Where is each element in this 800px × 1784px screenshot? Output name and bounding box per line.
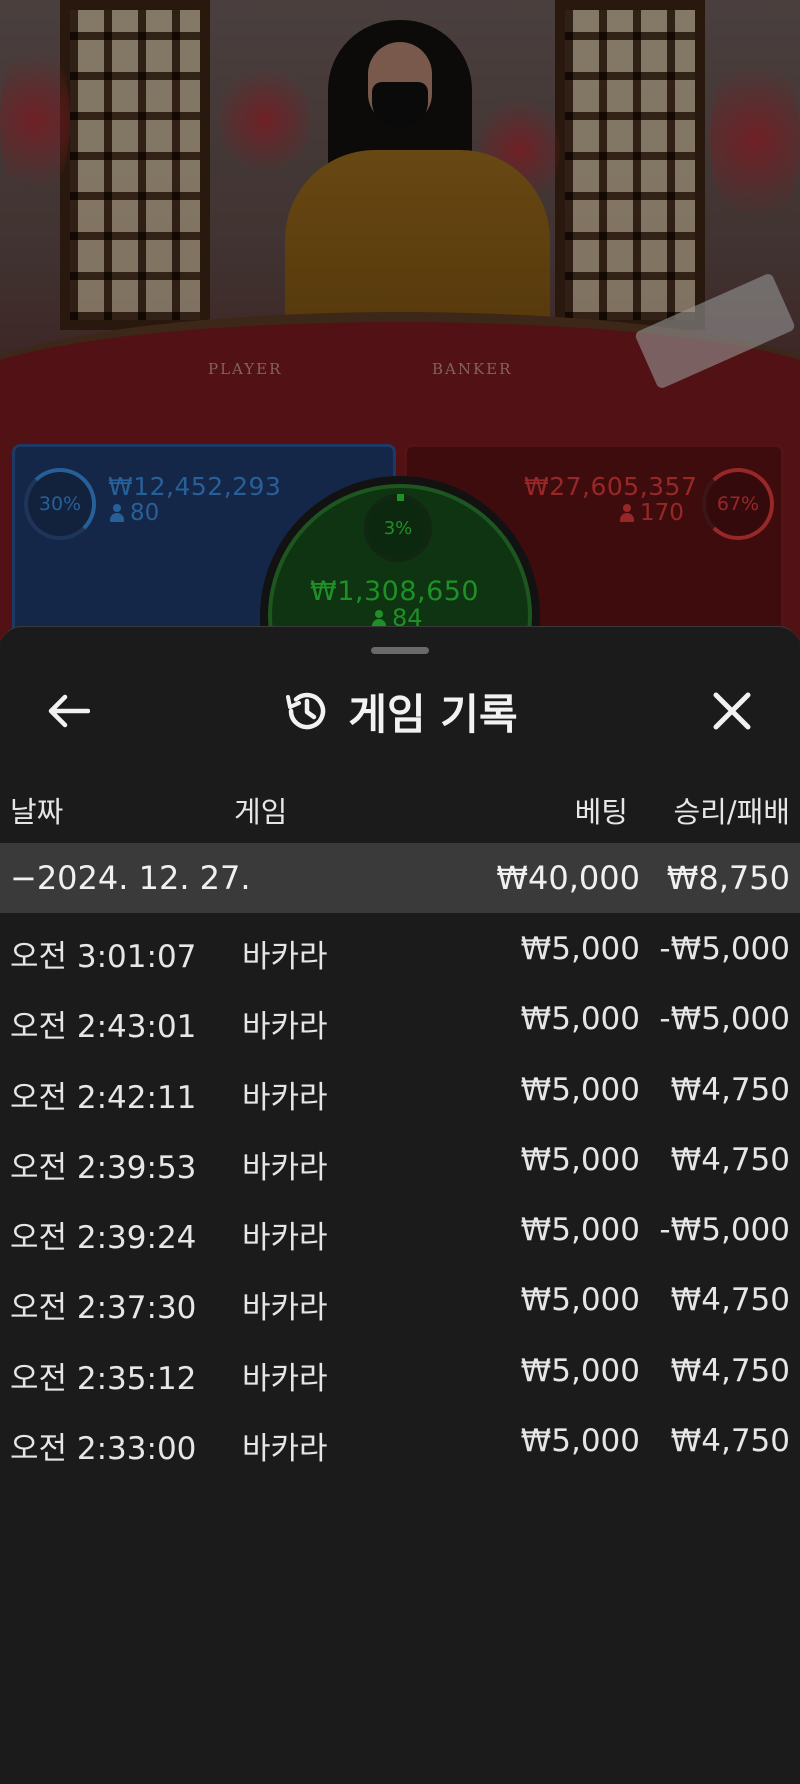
close-icon (713, 692, 751, 730)
row-result: ₩4,750 (670, 1141, 790, 1178)
date-group-row[interactable]: −2024. 12. 27. ₩40,000 ₩8,750 (0, 843, 800, 913)
row-time: 오전 2:43:01 (10, 1009, 197, 1046)
row-result: -₩5,000 (659, 1212, 790, 1249)
history-row[interactable]: 오전 3:01:07 바카라 ₩5,000 -₩5,000 (0, 913, 800, 983)
row-result: ₩4,750 (670, 1282, 790, 1319)
group-result-total: ₩8,750 (666, 859, 790, 897)
column-header-game: 게임 (234, 795, 288, 829)
column-header-result: 승리/패배 (673, 795, 791, 829)
row-time: 오전 2:39:53 (10, 1149, 197, 1186)
column-header-bet: 베팅 (574, 795, 628, 829)
row-time: 오전 2:39:24 (10, 1220, 197, 1257)
history-row[interactable]: 오전 2:37:30 바카라 ₩5,000 ₩4,750 (0, 1264, 800, 1334)
row-bet: ₩5,000 (520, 1352, 640, 1389)
row-game: 바카라 (242, 1431, 328, 1468)
row-bet: ₩5,000 (520, 1423, 640, 1460)
row-game: 바카라 (242, 1290, 328, 1327)
row-game: 바카라 (242, 939, 328, 975)
history-row[interactable]: 오전 2:43:01 바카라 ₩5,000 -₩5,000 (0, 983, 800, 1053)
row-game: 바카라 (242, 1009, 328, 1046)
row-result: ₩4,750 (670, 1071, 790, 1108)
history-row[interactable]: 오전 2:35:12 바카라 ₩5,000 ₩4,750 (0, 1335, 800, 1405)
row-time: 오전 2:33:00 (10, 1431, 197, 1468)
row-bet: ₩5,000 (520, 1141, 640, 1178)
row-game: 바카라 (242, 1149, 328, 1186)
row-game: 바카라 (242, 1360, 328, 1397)
history-row[interactable]: 오전 2:39:24 바카라 ₩5,000 -₩5,000 (0, 1194, 800, 1264)
column-header-date: 날짜 (10, 795, 64, 829)
history-list: 오전 3:01:07 바카라 ₩5,000 -₩5,000 오전 2:43:01… (0, 913, 800, 1475)
row-bet: ₩5,000 (520, 1212, 640, 1249)
row-bet: ₩5,000 (520, 1071, 640, 1108)
row-result: ₩4,750 (670, 1423, 790, 1460)
history-clock-icon (286, 692, 326, 730)
history-row[interactable]: 오전 2:33:00 바카라 ₩5,000 ₩4,750 (0, 1405, 800, 1475)
row-result: -₩5,000 (659, 1001, 790, 1038)
group-bet-total: ₩40,000 (496, 859, 640, 897)
close-button[interactable] (700, 679, 764, 743)
row-bet: ₩5,000 (520, 1282, 640, 1319)
row-bet: ₩5,000 (520, 1001, 640, 1038)
sheet-header: 게임 기록 (0, 679, 800, 743)
row-result: ₩4,750 (670, 1352, 790, 1389)
row-time: 오전 2:35:12 (10, 1360, 197, 1397)
modal-backdrop[interactable] (0, 0, 800, 640)
row-time: 오전 3:01:07 (10, 939, 197, 975)
row-bet: ₩5,000 (520, 931, 640, 967)
row-game: 바카라 (242, 1220, 328, 1257)
sheet-title: 게임 기록 (348, 689, 518, 739)
row-time: 오전 2:42:11 (10, 1079, 197, 1116)
row-game: 바카라 (242, 1079, 328, 1116)
history-row[interactable]: 오전 2:39:53 바카라 ₩5,000 ₩4,750 (0, 1124, 800, 1194)
row-time: 오전 2:37:30 (10, 1290, 197, 1327)
history-row[interactable]: 오전 2:42:11 바카라 ₩5,000 ₩4,750 (0, 1054, 800, 1124)
sheet-drag-handle[interactable] (371, 647, 429, 654)
game-history-sheet: 게임 기록 날짜 게임 베팅 승리/패배 −2024. 12. 27. ₩40,… (0, 626, 800, 1784)
row-result: -₩5,000 (659, 931, 790, 967)
group-date: −2024. 12. 27. (10, 859, 251, 897)
